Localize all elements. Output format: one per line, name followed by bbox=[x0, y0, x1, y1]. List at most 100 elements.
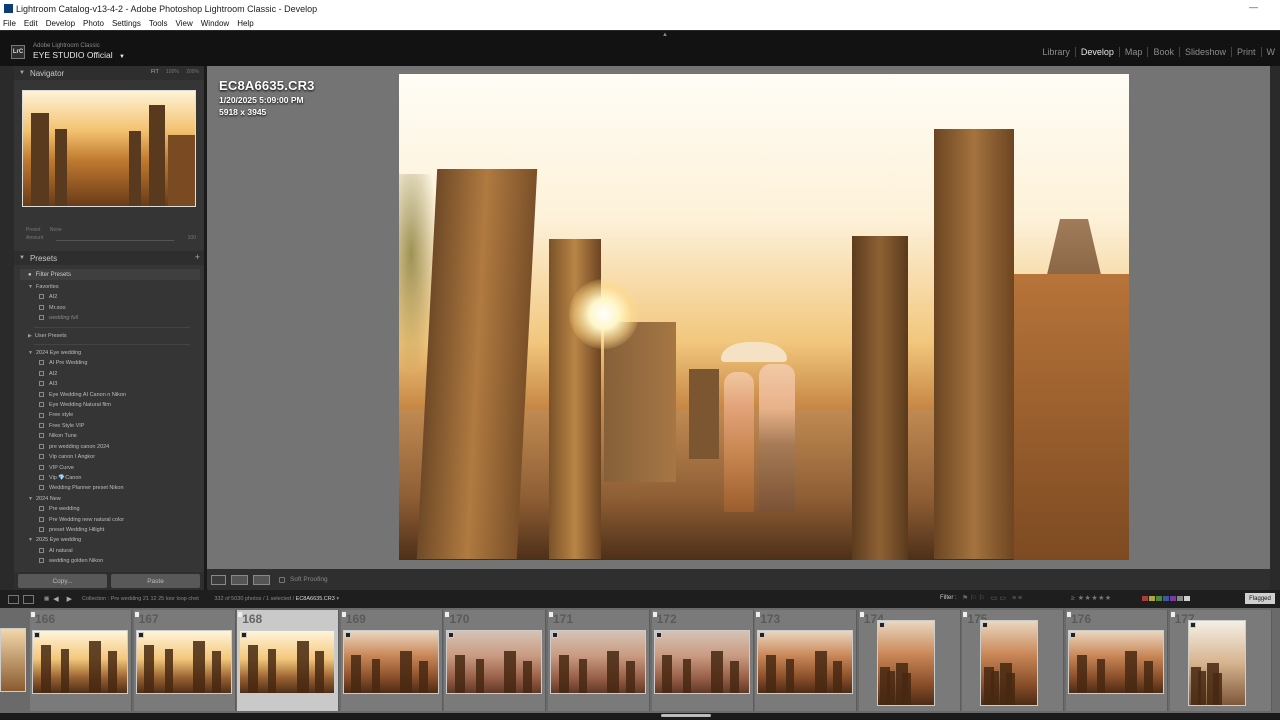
menu-help[interactable]: Help bbox=[237, 19, 253, 28]
filmstrip-thumbnail[interactable] bbox=[1068, 630, 1164, 694]
filmstrip-thumbnail[interactable] bbox=[446, 630, 543, 694]
presets-header[interactable]: ▼ Presets + bbox=[14, 251, 204, 265]
collapse-triangle-icon[interactable]: ▼ bbox=[19, 70, 25, 76]
module-library[interactable]: Library bbox=[1037, 47, 1076, 57]
filter-preset-dropdown[interactable]: Flagged bbox=[1245, 593, 1275, 604]
filmstrip-thumb-partial[interactable] bbox=[0, 628, 26, 692]
top-panel-toggle-icon[interactable]: ▲ bbox=[662, 32, 668, 38]
grid-icon[interactable]: ▦ bbox=[44, 596, 49, 602]
identity-plate[interactable]: EYE STUDIO Official ▼ bbox=[33, 50, 125, 60]
menu-develop[interactable]: Develop bbox=[46, 19, 75, 28]
copy-button[interactable]: Copy... bbox=[18, 574, 107, 588]
menu-view[interactable]: View bbox=[176, 19, 193, 28]
module-map[interactable]: Map bbox=[1120, 47, 1149, 57]
preset-group[interactable]: ▼ 2024 Eye wedding bbox=[14, 348, 204, 358]
filmstrip-cell[interactable]: 166 bbox=[30, 610, 132, 711]
preset-item[interactable]: VIP Curve bbox=[14, 463, 204, 473]
soft-proofing-checkbox[interactable] bbox=[279, 576, 285, 583]
filmstrip-cell[interactable]: 168 bbox=[237, 610, 340, 711]
filmstrip-cell[interactable]: 173 bbox=[755, 610, 858, 711]
zoom-fit[interactable]: FIT bbox=[151, 69, 159, 75]
color-label-swatch[interactable] bbox=[1184, 596, 1190, 601]
secondary-display-icon[interactable] bbox=[23, 594, 34, 604]
minimize-icon[interactable]: — bbox=[1249, 2, 1258, 12]
color-label-swatch[interactable] bbox=[1142, 596, 1148, 601]
filmstrip-thumbnail[interactable] bbox=[653, 630, 750, 694]
color-label-swatch[interactable] bbox=[1163, 596, 1169, 601]
rating-filter[interactable]: ≥ ★★★★★ bbox=[1071, 594, 1112, 602]
filmstrip-thumbnail[interactable] bbox=[135, 630, 232, 694]
preset-item[interactable]: Eye Wedding AI Canon n Nikon bbox=[14, 390, 204, 400]
module-print[interactable]: Print bbox=[1232, 47, 1262, 57]
menu-edit[interactable]: Edit bbox=[24, 19, 38, 28]
loupe-view-button[interactable] bbox=[211, 574, 226, 585]
module-develop[interactable]: Develop bbox=[1076, 47, 1120, 57]
preset-item[interactable]: Vip canon I Angkor bbox=[14, 452, 204, 462]
module-slideshow[interactable]: Slideshow bbox=[1180, 47, 1232, 57]
color-label-swatch[interactable] bbox=[1177, 596, 1183, 601]
back-arrow-icon[interactable]: ◀ bbox=[53, 595, 58, 603]
filmstrip-cell[interactable]: 167 bbox=[133, 610, 236, 711]
preset-item[interactable]: AI natural bbox=[14, 546, 204, 556]
add-preset-icon[interactable]: + bbox=[195, 252, 200, 262]
preset-item[interactable]: Free Style VIP bbox=[14, 421, 204, 431]
color-label-swatch[interactable] bbox=[1170, 596, 1176, 601]
color-label-swatch[interactable] bbox=[1156, 596, 1162, 601]
navigator-header[interactable]: ▼ Navigator FIT 100% 200% bbox=[14, 66, 204, 80]
filmstrip-cell[interactable]: 169 bbox=[340, 610, 443, 711]
module-web[interactable]: W bbox=[1262, 47, 1280, 57]
paste-button[interactable]: Paste bbox=[111, 574, 200, 588]
navigator-preview[interactable] bbox=[22, 90, 196, 207]
zoom-200[interactable]: 200% bbox=[186, 69, 199, 75]
preset-item[interactable]: AI2 bbox=[14, 369, 204, 379]
right-panel-edge[interactable] bbox=[1270, 66, 1280, 590]
filmstrip-thumbnail[interactable] bbox=[550, 630, 646, 694]
amount-slider[interactable] bbox=[56, 240, 174, 241]
collapse-triangle-icon[interactable]: ▼ bbox=[28, 350, 33, 356]
preset-group[interactable]: ▼ Favorites bbox=[14, 282, 204, 292]
menu-photo[interactable]: Photo bbox=[83, 19, 104, 28]
collapse-triangle-icon[interactable]: ▼ bbox=[28, 284, 33, 290]
preset-item[interactable]: Wedding Planner preset Nikon bbox=[14, 483, 204, 493]
preset-item[interactable]: Mr.soo bbox=[14, 303, 204, 313]
preset-item[interactable]: Free style bbox=[14, 410, 204, 420]
main-photo[interactable] bbox=[399, 74, 1129, 560]
before-after-options-button[interactable] bbox=[253, 574, 270, 585]
flag-filter-icons[interactable]: ⚑⚐⚐ ▭▭ ≡≡ bbox=[962, 594, 1024, 602]
preset-item[interactable]: Pre Wedding new natural color bbox=[14, 515, 204, 525]
preset-item[interactable]: AI Pre Wedding bbox=[14, 358, 204, 368]
filmstrip-cell[interactable]: 174 bbox=[858, 610, 961, 711]
primary-display-icon[interactable] bbox=[8, 594, 19, 604]
filmstrip-cell[interactable]: 172 bbox=[651, 610, 754, 711]
collapse-triangle-icon[interactable]: ▼ bbox=[28, 496, 33, 502]
collapse-triangle-icon[interactable]: ▼ bbox=[28, 537, 33, 543]
preset-item[interactable]: pre wedding canon 2024 bbox=[14, 442, 204, 452]
filmstrip-thumbnail[interactable] bbox=[980, 620, 1039, 706]
filmstrip-thumbnail[interactable] bbox=[1187, 620, 1246, 706]
preset-item[interactable]: Vip 💎Canon bbox=[14, 473, 204, 483]
zoom-100[interactable]: 100% bbox=[166, 69, 179, 75]
filmstrip-cell[interactable]: 175 bbox=[962, 610, 1065, 711]
preset-item[interactable]: preset Wedding Hilight bbox=[14, 525, 204, 535]
filmstrip-thumbnail[interactable] bbox=[32, 630, 128, 694]
filmstrip-scrollbar[interactable] bbox=[661, 714, 711, 717]
before-after-button[interactable] bbox=[231, 574, 248, 585]
left-panel-edge[interactable] bbox=[0, 66, 14, 590]
filmstrip-cell[interactable]: 171 bbox=[548, 610, 650, 711]
preset-item[interactable]: AI2 bbox=[14, 292, 204, 302]
forward-arrow-icon[interactable]: ▶ bbox=[67, 595, 72, 603]
collapse-triangle-icon[interactable]: ▼ bbox=[19, 255, 25, 261]
preset-group[interactable]: ▼ 2025 Eye wedding bbox=[14, 535, 204, 545]
filmstrip-thumbnail[interactable] bbox=[342, 630, 439, 694]
filmstrip-cell[interactable]: 176 bbox=[1066, 610, 1168, 711]
filmstrip-thumbnail[interactable] bbox=[757, 630, 854, 694]
expand-triangle-icon[interactable]: ▶ bbox=[28, 333, 32, 339]
filmstrip-thumbnail[interactable] bbox=[239, 630, 336, 694]
color-label-swatch[interactable] bbox=[1149, 596, 1155, 601]
filmstrip-cell[interactable]: 177 bbox=[1169, 610, 1272, 711]
preset-item[interactable]: wedding full bbox=[14, 313, 204, 323]
source-path[interactable]: Collection : Pre wedding 21 12 25 loor l… bbox=[82, 596, 339, 602]
filmstrip-cell[interactable]: 170 bbox=[444, 610, 547, 711]
preset-item[interactable]: Nikon Tune bbox=[14, 431, 204, 441]
path-dropdown-icon[interactable]: ▾ bbox=[336, 596, 339, 602]
